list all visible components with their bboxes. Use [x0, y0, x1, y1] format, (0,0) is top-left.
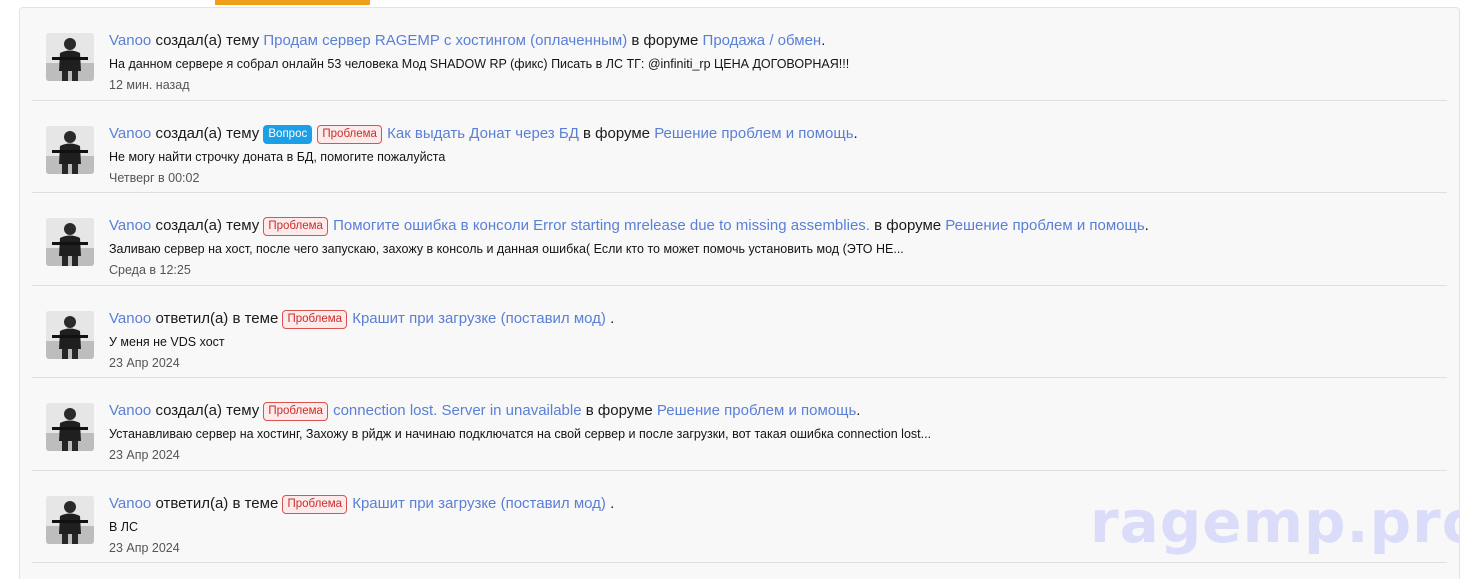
list-item: Vanoo создал(а) тему Вопрос Проблема Как…	[32, 101, 1447, 193]
avatar[interactable]	[46, 125, 94, 174]
activity-feed: Vanoo создал(а) тему Продам сервер RAGEM…	[20, 8, 1459, 563]
username-link[interactable]: Vanoo	[109, 495, 151, 512]
item-content: Vanoo ответил(а) в теме Проблема Крашит …	[109, 309, 1437, 372]
username-link[interactable]: Vanoo	[109, 402, 151, 419]
forum-link[interactable]: Решение проблем и помощь	[654, 125, 853, 142]
username-link[interactable]: Vanoo	[109, 125, 151, 142]
avatar[interactable]	[46, 33, 94, 81]
avatar[interactable]	[46, 495, 94, 544]
forum-prefix-text: в форуме	[583, 124, 651, 142]
period: .	[821, 32, 826, 49]
thread-title-link[interactable]: Крашит при загрузке (поставил мод)	[352, 310, 606, 327]
username-link[interactable]: Vanoo	[109, 310, 151, 327]
thread-labels: Вопрос Проблема	[263, 124, 387, 144]
item-headline: Vanoo создал(а) тему Проблема connection…	[109, 401, 1437, 421]
thread-title-link[interactable]: Как выдать Донат через БД	[387, 125, 579, 142]
label-problem[interactable]: Проблема	[317, 124, 382, 144]
list-item: Vanoo создал(а) тему Проблема connection…	[32, 378, 1447, 471]
action-text: создал(а) тему	[155, 124, 260, 142]
timestamp[interactable]: Среда в 12:25	[109, 261, 1437, 279]
thread-labels: Проблема	[263, 402, 333, 421]
forum-link[interactable]: Продажа / обмен	[703, 32, 822, 49]
item-headline: Vanoo создал(а) тему Вопрос Проблема Как…	[109, 124, 1437, 144]
action-text: создал(а) тему	[155, 402, 260, 419]
username-link[interactable]: Vanoo	[109, 32, 151, 49]
action-text: ответил(а) в теме	[155, 309, 279, 327]
thread-labels: Проблема	[282, 309, 352, 329]
list-item: Vanoo создал(а) тему Проблема Помогите о…	[32, 193, 1447, 286]
period: .	[610, 494, 615, 512]
action-text: ответил(а) в теме	[155, 494, 279, 512]
period: .	[853, 124, 858, 142]
watermark: ragemp.pro	[1090, 488, 1460, 556]
period: .	[610, 309, 615, 327]
thread-title-link[interactable]: Продам сервер RAGEMP с хостингом (оплаче…	[263, 32, 627, 49]
action-text: создал(а) тему	[155, 217, 260, 234]
post-snippet: Заливаю сервер на хост, после чего запус…	[109, 242, 904, 256]
item-content: Vanoo создал(а) тему Проблема connection…	[109, 401, 1437, 464]
item-headline: Vanoo ответил(а) в теме Проблема Крашит …	[109, 309, 1437, 329]
period: .	[1144, 217, 1149, 234]
forum-prefix-text: в форуме	[874, 217, 942, 234]
label-problem[interactable]: Проблема	[263, 217, 328, 236]
label-problem[interactable]: Проблема	[263, 402, 328, 421]
thread-title-link[interactable]: Крашит при загрузке (поставил мод)	[352, 495, 606, 512]
item-headline: Vanoo создал(а) тему Проблема Помогите о…	[109, 216, 1437, 236]
post-snippet: Устанавливаю сервер на хостинг, Захожу в…	[109, 427, 932, 441]
list-item: Vanoo ответил(а) в теме Проблема Крашит …	[32, 286, 1447, 378]
list-item: Vanoo создал(а) тему Продам сервер RAGEM…	[32, 8, 1447, 101]
timestamp[interactable]: 23 Апр 2024	[109, 354, 1437, 372]
post-snippet: Не могу найти строчку доната в БД, помог…	[109, 149, 446, 164]
thread-labels: Проблема	[263, 217, 333, 236]
item-headline: Vanoo создал(а) тему Продам сервер RAGEM…	[109, 31, 1437, 51]
item-content: Vanoo создал(а) тему Проблема Помогите о…	[109, 216, 1437, 279]
item-content: Vanoo создал(а) тему Продам сервер RAGEM…	[109, 31, 1437, 94]
label-question[interactable]: Вопрос	[263, 124, 313, 144]
forum-prefix-text: в форуме	[585, 402, 653, 419]
forum-prefix-text: в форуме	[631, 32, 699, 49]
avatar[interactable]	[46, 310, 94, 359]
label-problem[interactable]: Проблема	[282, 494, 348, 514]
action-text: создал(а) тему	[155, 32, 260, 49]
thread-labels: Проблема	[282, 494, 352, 514]
avatar[interactable]	[46, 218, 94, 266]
period: .	[856, 402, 861, 419]
forum-link[interactable]: Решение проблем и помощь	[945, 217, 1144, 234]
item-content: Vanoo создал(а) тему Вопрос Проблема Как…	[109, 124, 1437, 187]
timestamp[interactable]: 23 Апр 2024	[109, 446, 1437, 464]
timestamp[interactable]: 12 мин. назад	[109, 76, 1437, 94]
active-tab-indicator	[215, 0, 370, 5]
post-snippet: На данном сервере я собрал онлайн 53 чел…	[109, 57, 850, 71]
avatar[interactable]	[46, 403, 94, 451]
label-problem[interactable]: Проблема	[282, 309, 348, 329]
forum-link[interactable]: Решение проблем и помощь	[657, 402, 856, 419]
username-link[interactable]: Vanoo	[109, 217, 151, 234]
thread-title-link[interactable]: Помогите ошибка в консоли Error starting…	[333, 217, 870, 234]
thread-title-link[interactable]: connection lost. Server in unavailable	[333, 402, 581, 419]
post-snippet: У меня не VDS хост	[109, 334, 225, 349]
timestamp[interactable]: Четверг в 00:02	[109, 169, 1437, 187]
